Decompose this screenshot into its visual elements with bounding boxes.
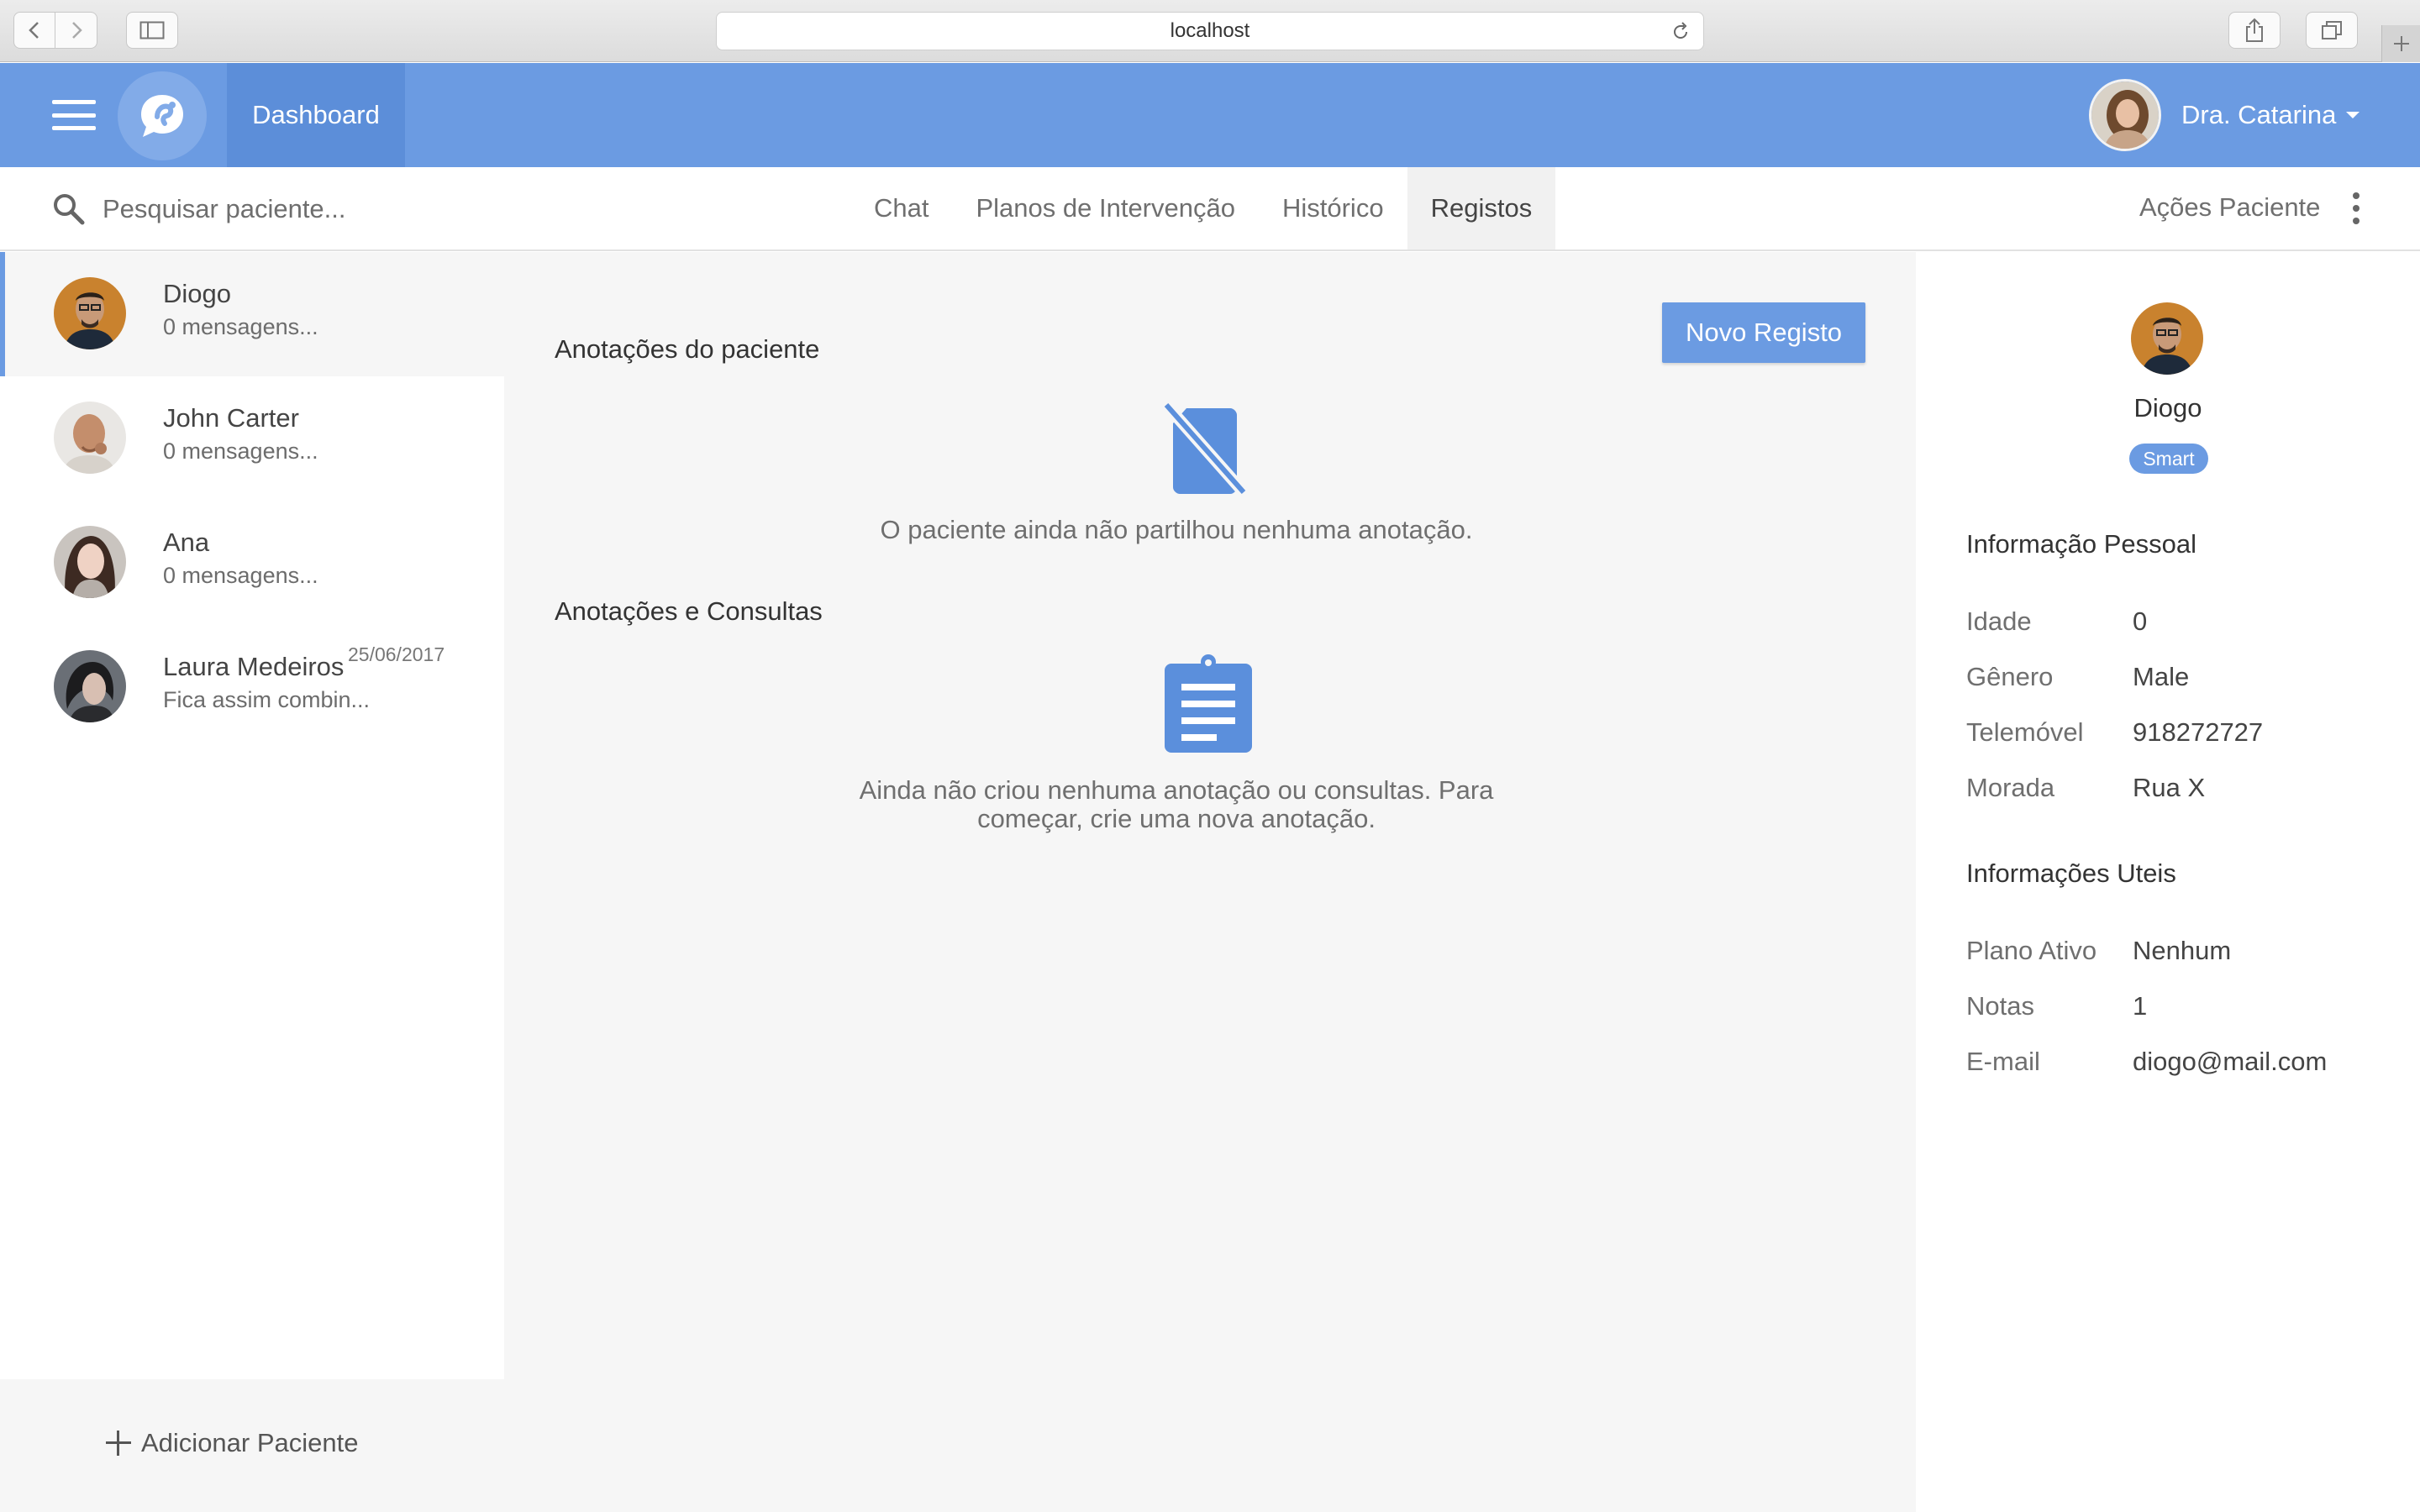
message-date: 25/06/2017: [348, 643, 445, 665]
user-name: Dra. Catarina: [2181, 100, 2337, 129]
search-patient-input[interactable]: [103, 189, 539, 229]
app-header: Dashboard Dra. Catarina: [0, 63, 2420, 167]
plus-icon: [106, 1431, 131, 1456]
avatar: [54, 402, 126, 474]
url-text: localhost: [1170, 19, 1250, 42]
patient-message-preview: 0 mensagens...: [163, 314, 318, 339]
show-tabs-button[interactable]: [2306, 12, 2358, 49]
tab-chat[interactable]: Chat: [850, 167, 952, 249]
tab-planos-intervencao[interactable]: Planos de Intervenção: [952, 167, 1259, 249]
notes-value: 1: [2133, 991, 2148, 1021]
new-tab-button[interactable]: [2381, 25, 2420, 62]
consultations-empty-message: Ainda não criou nenhuma anotação ou cons…: [859, 775, 1494, 833]
patient-list-item[interactable]: Diogo 0 mensagens...: [0, 252, 504, 376]
email-label: E-mail: [1966, 1047, 2040, 1076]
patient-message-preview: 0 mensagens...: [163, 563, 318, 588]
user-menu[interactable]: Dra. Catarina: [2089, 78, 2360, 152]
browser-forward-button[interactable]: [55, 12, 97, 49]
patient-name: Diogo: [163, 279, 231, 308]
browser-back-button[interactable]: [13, 12, 55, 49]
share-icon: [2246, 18, 2263, 42]
patient-name: Diogo: [2133, 393, 2202, 423]
dashboard-tab[interactable]: Dashboard: [227, 63, 405, 167]
active-plan-value: Nenhum: [2133, 936, 2232, 965]
chat-bubble-logo-icon: [141, 95, 183, 137]
patient-tabs: Chat Planos de Intervenção Histórico Reg…: [850, 167, 1556, 249]
patient-list: Diogo 0 mensagens... John Carter 0 mensa…: [0, 252, 504, 1379]
patient-name: Laura Medeiros: [163, 652, 345, 681]
address-value: Rua X: [2133, 773, 2206, 802]
caret-down-icon: [2346, 112, 2360, 118]
patient-actions-button[interactable]: Ações Paciente: [2139, 192, 2320, 223]
gender-label: Gênero: [1966, 662, 2054, 691]
patient-list-item[interactable]: John Carter 0 mensagens...: [0, 376, 504, 501]
add-patient-label: Adicionar Paciente: [141, 1428, 359, 1457]
gender-value: Male: [2133, 662, 2190, 691]
clipboard-icon: [1165, 654, 1252, 753]
chevron-right-icon: [71, 22, 82, 39]
chevron-left-icon: [29, 22, 39, 39]
patient-list-item[interactable]: Ana 0 mensagens...: [0, 501, 504, 625]
share-button[interactable]: [2228, 12, 2281, 49]
toolbar: Chat Planos de Intervenção Histórico Reg…: [0, 167, 2420, 251]
patient-name: Ana: [163, 528, 210, 557]
avatar: [2131, 302, 2203, 375]
avatar: [54, 277, 126, 349]
user-avatar: [2089, 79, 2161, 151]
notes-label: Notas: [1966, 991, 2034, 1021]
patient-list-item[interactable]: Laura Medeiros 25/06/2017 Fica assim com…: [0, 625, 504, 749]
add-patient-button[interactable]: Adicionar Paciente: [106, 1428, 359, 1458]
records-panel: Anotações do paciente Novo Registo O pac…: [504, 252, 1916, 1512]
tab-registos[interactable]: Registos: [1407, 167, 1556, 249]
notes-consultations-title: Anotações e Consultas: [555, 596, 823, 626]
more-vert-icon[interactable]: [2351, 192, 2361, 224]
search-icon: [54, 194, 85, 225]
browser-toolbar: localhost: [0, 0, 2420, 62]
address-label: Morada: [1966, 773, 2055, 802]
patient-info-panel: Diogo Smart Informação Pessoal Idade 0 G…: [1916, 252, 2420, 1512]
avatar: [54, 650, 126, 722]
patient-message-preview: Fica assim combin...: [163, 687, 371, 712]
avatar: [54, 526, 126, 598]
app-logo[interactable]: [118, 71, 207, 160]
patient-notes-title: Anotações do paciente: [555, 334, 820, 364]
patient-name: John Carter: [163, 403, 299, 433]
personal-info-heading: Informação Pessoal: [1966, 529, 2196, 559]
new-record-button[interactable]: Novo Registo: [1662, 302, 1865, 363]
email-value: diogo@mail.com: [2133, 1047, 2328, 1076]
address-bar[interactable]: localhost: [716, 12, 1704, 50]
tab-historico[interactable]: Histórico: [1259, 167, 1407, 249]
sidebar-icon: [139, 21, 165, 39]
patient-message-preview: 0 mensagens...: [163, 438, 318, 464]
useful-info-heading: Informações Uteis: [1966, 858, 2176, 888]
browser-sidebar-button[interactable]: [126, 12, 178, 49]
tabs-icon: [2322, 21, 2342, 39]
phone-value: 918272727: [2133, 717, 2264, 747]
phone-label: Telemóvel: [1966, 717, 2084, 747]
age-label: Idade: [1966, 606, 2032, 636]
active-plan-label: Plano Ativo: [1966, 936, 2097, 965]
no-notes-icon: [1161, 401, 1249, 496]
patient-notes-empty-message: O paciente ainda não partilhou nenhuma a…: [880, 515, 1473, 544]
hamburger-menu-icon[interactable]: [52, 100, 96, 130]
age-value: 0: [2133, 606, 2148, 636]
status-badge: Smart: [2129, 444, 2208, 474]
plus-icon: [2393, 36, 2409, 51]
reload-icon[interactable]: [1670, 21, 1691, 43]
